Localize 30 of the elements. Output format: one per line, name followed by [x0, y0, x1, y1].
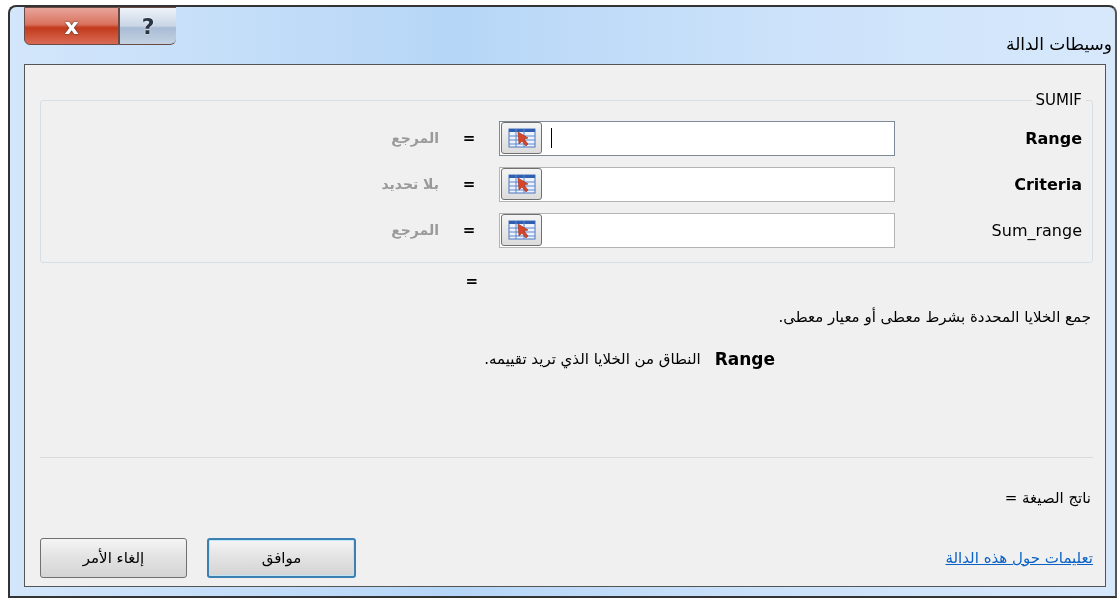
help-button[interactable]: ? — [119, 7, 176, 45]
argument-value: المرجع — [391, 130, 439, 146]
collapse-dialog-button[interactable] — [501, 168, 542, 200]
close-button[interactable]: x — [24, 7, 119, 45]
grid-arrow-icon — [507, 173, 536, 195]
argument-label: Sum_range — [990, 220, 1083, 240]
argument-input[interactable] — [499, 120, 895, 156]
formula-result: ناتج الصيغة = — [1004, 489, 1091, 507]
argument-value: المرجع — [391, 222, 439, 238]
argument-description: النطاق من الخلايا الذي تريد تقييمه. — [484, 350, 701, 368]
argument-value: بلا تحديد — [381, 176, 439, 192]
equals-sign: = — [465, 272, 478, 290]
argument-name: Range — [714, 349, 775, 369]
argument-label: Range — [1024, 128, 1083, 148]
grid-arrow-icon — [507, 127, 536, 149]
function-name: SUMIF — [1034, 91, 1083, 109]
collapse-dialog-button[interactable] — [501, 122, 542, 154]
argument-label: Criteria — [1013, 174, 1083, 194]
function-description: جمع الخلايا المحددة بشرط معطى أو معيار معطى. — [778, 308, 1091, 326]
equals-sign: = — [461, 221, 477, 239]
equals-sign: = — [461, 129, 477, 147]
collapse-dialog-button[interactable] — [501, 214, 542, 246]
cancel-button[interactable]: إلغاء الأمر — [40, 538, 187, 578]
equals-sign: = — [461, 175, 477, 193]
grid-arrow-icon — [507, 219, 536, 241]
ok-button[interactable]: موافق — [207, 538, 356, 578]
help-link[interactable]: تعليمات حول هذه الدالة — [945, 549, 1093, 567]
argument-input[interactable] — [499, 166, 895, 202]
window-title: وسيطات الدالة — [1006, 33, 1113, 54]
argument-input[interactable] — [499, 212, 895, 248]
